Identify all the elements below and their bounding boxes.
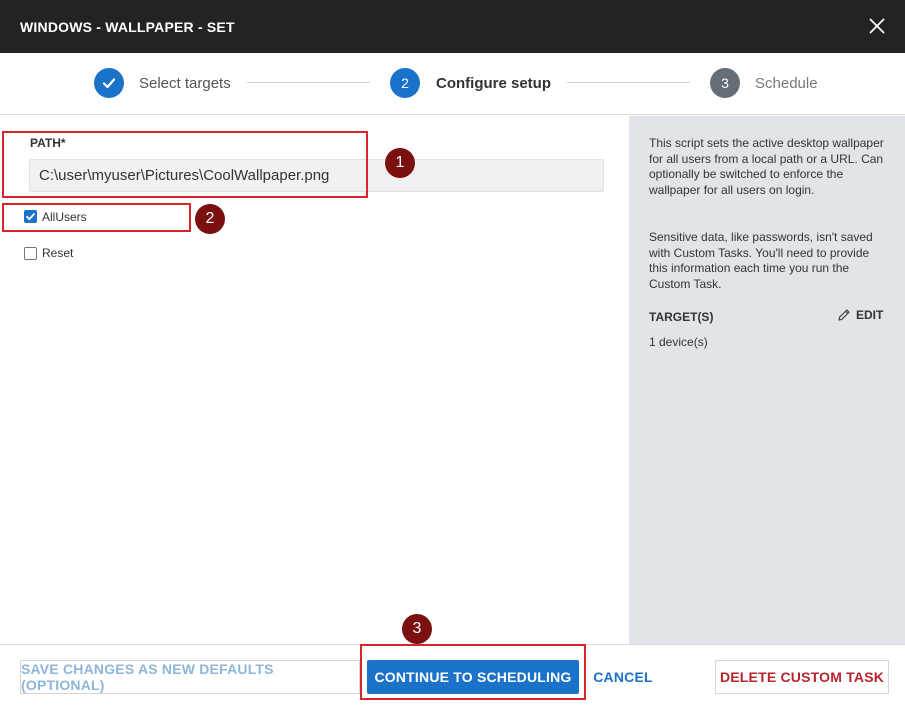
- step-divider: [567, 82, 690, 83]
- annotation-badge-1: 1: [385, 148, 415, 178]
- checkmark-icon: [102, 78, 116, 89]
- edit-targets-button[interactable]: EDIT: [836, 307, 883, 323]
- step-1-label[interactable]: Select targets: [139, 75, 231, 92]
- step-2-label: Configure setup: [436, 75, 551, 92]
- step-3-label: Schedule: [755, 75, 818, 92]
- target-device-count: 1 device(s): [649, 335, 708, 349]
- targets-heading: TARGET(S): [649, 310, 714, 324]
- pencil-icon: [838, 309, 850, 321]
- dialog-titlebar: WINDOWS - WALLPAPER - SET: [0, 0, 905, 53]
- close-icon[interactable]: [867, 16, 887, 36]
- edit-label: EDIT: [856, 308, 884, 322]
- reset-checkbox[interactable]: [24, 247, 37, 260]
- sensitive-data-note: Sensitive data, like passwords, isn't sa…: [649, 230, 873, 291]
- cancel-button[interactable]: CANCEL: [590, 660, 656, 694]
- step-2-number: 2: [390, 68, 420, 98]
- save-defaults-button[interactable]: SAVE CHANGES AS NEW DEFAULTS (OPTIONAL): [20, 660, 360, 694]
- wizard-stepper: Select targets 2 Configure setup 3 Sched…: [0, 53, 905, 115]
- step-3-number: 3: [710, 68, 740, 98]
- annotation-highlight-allusers: [2, 203, 191, 232]
- dialog-title: WINDOWS - WALLPAPER - SET: [20, 19, 235, 35]
- annotation-highlight-path: [2, 131, 368, 198]
- step-1-complete-icon: [94, 68, 124, 98]
- annotation-badge-2: 2: [195, 204, 225, 234]
- annotation-highlight-continue: [360, 644, 586, 700]
- delete-custom-task-button[interactable]: DELETE CUSTOM TASK: [715, 660, 889, 694]
- annotation-badge-3: 3: [402, 614, 432, 644]
- step-divider: [247, 82, 370, 83]
- script-description: This script sets the active desktop wall…: [649, 136, 884, 197]
- reset-label[interactable]: Reset: [42, 246, 73, 260]
